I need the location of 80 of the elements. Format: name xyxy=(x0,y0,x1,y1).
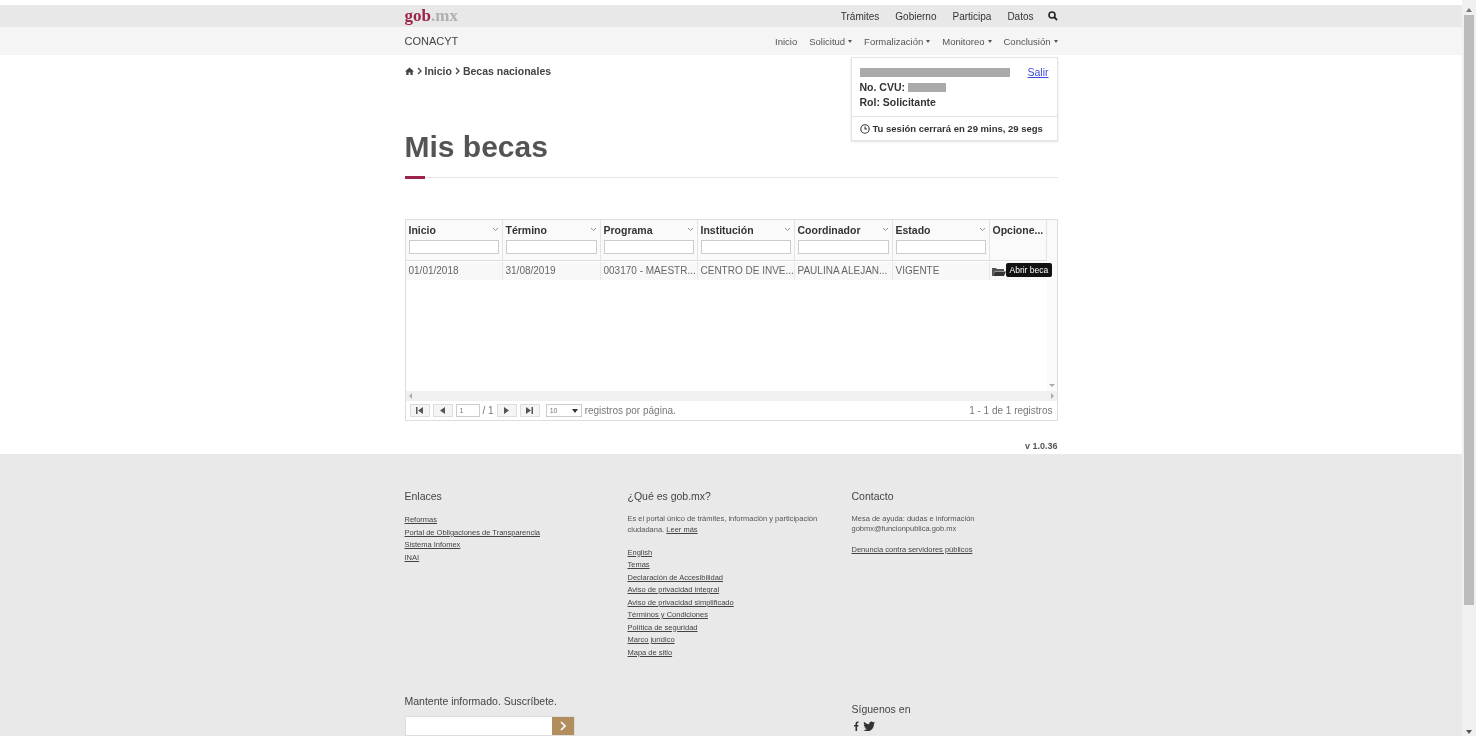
top-nav-link[interactable]: Datos xyxy=(1007,10,1034,22)
tooltip: Abrir beca xyxy=(1005,263,1053,277)
column-header[interactable]: Inicio xyxy=(408,223,436,236)
scroll-down-arrow-icon[interactable] xyxy=(1466,730,1472,734)
chevron-right-icon xyxy=(416,67,422,75)
filter-field[interactable] xyxy=(505,240,597,254)
chevron-down-icon[interactable] xyxy=(589,227,597,232)
table-cell: 31/08/2019 xyxy=(502,262,601,280)
column-header[interactable]: Estado xyxy=(895,223,931,236)
filter-field[interactable] xyxy=(603,240,694,254)
follow-label: Síguenos en xyxy=(851,703,912,715)
footer-heading: ¿Qué es gob.mx? xyxy=(627,490,712,502)
record-count: 1 - 1 de 1 registros xyxy=(969,405,1053,416)
previous-page-button[interactable] xyxy=(432,404,453,417)
bird-icon[interactable] xyxy=(862,721,875,731)
last-page-icon xyxy=(526,407,534,414)
subscribe-label: Mantente informado. Suscríbete. xyxy=(404,695,558,707)
column-header[interactable]: Programa xyxy=(603,223,653,236)
first-page-button[interactable] xyxy=(409,404,430,417)
redacted-cvu xyxy=(908,83,946,92)
facebook-icon[interactable] xyxy=(851,721,859,731)
filter-field[interactable] xyxy=(408,240,499,254)
chevron-down-icon[interactable] xyxy=(686,227,694,232)
scroll-up-arrow-icon[interactable] xyxy=(1466,8,1472,12)
page-total: / 1 xyxy=(482,405,494,416)
first-page-icon xyxy=(416,407,423,414)
nav-menu-item[interactable]: Solicitud xyxy=(809,35,853,47)
footer-heading: Contacto xyxy=(851,490,895,502)
next-page-icon xyxy=(503,407,511,414)
footer-heading: Enlaces xyxy=(404,490,443,502)
next-page-button[interactable] xyxy=(496,404,517,417)
brand-label: CONACYT xyxy=(404,35,459,47)
column-header[interactable]: Opcione... xyxy=(992,223,1044,236)
submit-button[interactable] xyxy=(551,717,574,735)
scroll-right-arrow-icon[interactable] xyxy=(1050,393,1054,399)
clock-icon xyxy=(859,123,870,134)
top-nav-link[interactable]: Participa xyxy=(952,10,992,22)
logout-link[interactable]: Salir xyxy=(1027,65,1049,80)
nav-menu-item[interactable]: Conclusión xyxy=(1003,35,1058,47)
table-cell: CENTRO DE INVE... xyxy=(697,262,795,280)
top-nav-link[interactable]: Gobierno xyxy=(895,10,937,22)
table-cell: PAULINA ALEJAN... xyxy=(794,262,893,280)
breadcrumb-link[interactable]: Becas nacionales xyxy=(462,65,552,77)
column-header[interactable]: Institución xyxy=(700,223,754,236)
chevron-right-icon xyxy=(559,721,566,731)
chevron-right-icon xyxy=(454,67,460,75)
column-header[interactable]: Coordinador xyxy=(797,223,861,236)
top-nav-link[interactable]: Trámites xyxy=(840,10,880,22)
chevron-down-icon[interactable] xyxy=(881,227,889,232)
cvu-label: No. CVU: xyxy=(859,80,905,95)
title-accent xyxy=(404,176,425,179)
home-icon[interactable] xyxy=(404,67,414,75)
table-cell: VIGENTE xyxy=(892,262,990,280)
version-label: v 1.0.36 xyxy=(1023,441,1058,451)
search-icon[interactable] xyxy=(1047,11,1058,21)
page-size-label: registros por página. xyxy=(584,405,676,416)
scroll-left-arrow-icon[interactable] xyxy=(408,393,412,399)
folder-icon[interactable] xyxy=(991,266,1006,276)
previous-page-icon xyxy=(439,407,446,414)
dropdown-arrow-icon xyxy=(571,408,578,413)
filter-field[interactable] xyxy=(797,240,889,254)
chevron-down-icon[interactable] xyxy=(491,227,499,232)
last-page-button[interactable] xyxy=(519,404,540,417)
scrollbar-thumb[interactable] xyxy=(1464,15,1474,605)
email-field[interactable] xyxy=(404,716,575,736)
role-label: Rol: Solicitante xyxy=(859,95,937,110)
table-cell: 01/01/2018 xyxy=(405,262,503,280)
chevron-down-icon[interactable] xyxy=(978,227,986,232)
nav-menu-item[interactable]: Monitoreo xyxy=(942,35,992,47)
page-title: Mis becas xyxy=(404,129,548,165)
nav-menu-item[interactable]: Inicio xyxy=(775,35,798,47)
filter-field[interactable] xyxy=(895,240,986,254)
column-header[interactable]: Término xyxy=(505,223,547,236)
filter-field[interactable] xyxy=(700,240,791,254)
nav-menu-item[interactable]: Formalización xyxy=(864,35,931,47)
breadcrumb-link[interactable]: Inicio xyxy=(424,65,452,77)
chevron-down-icon[interactable] xyxy=(783,227,791,232)
site-logo[interactable]: gob.mx xyxy=(404,6,458,26)
table-cell: 003170 - MAESTR... xyxy=(600,262,698,280)
session-timer: Tu sesión cerrará en 29 mins, 29 segs xyxy=(872,123,1043,134)
